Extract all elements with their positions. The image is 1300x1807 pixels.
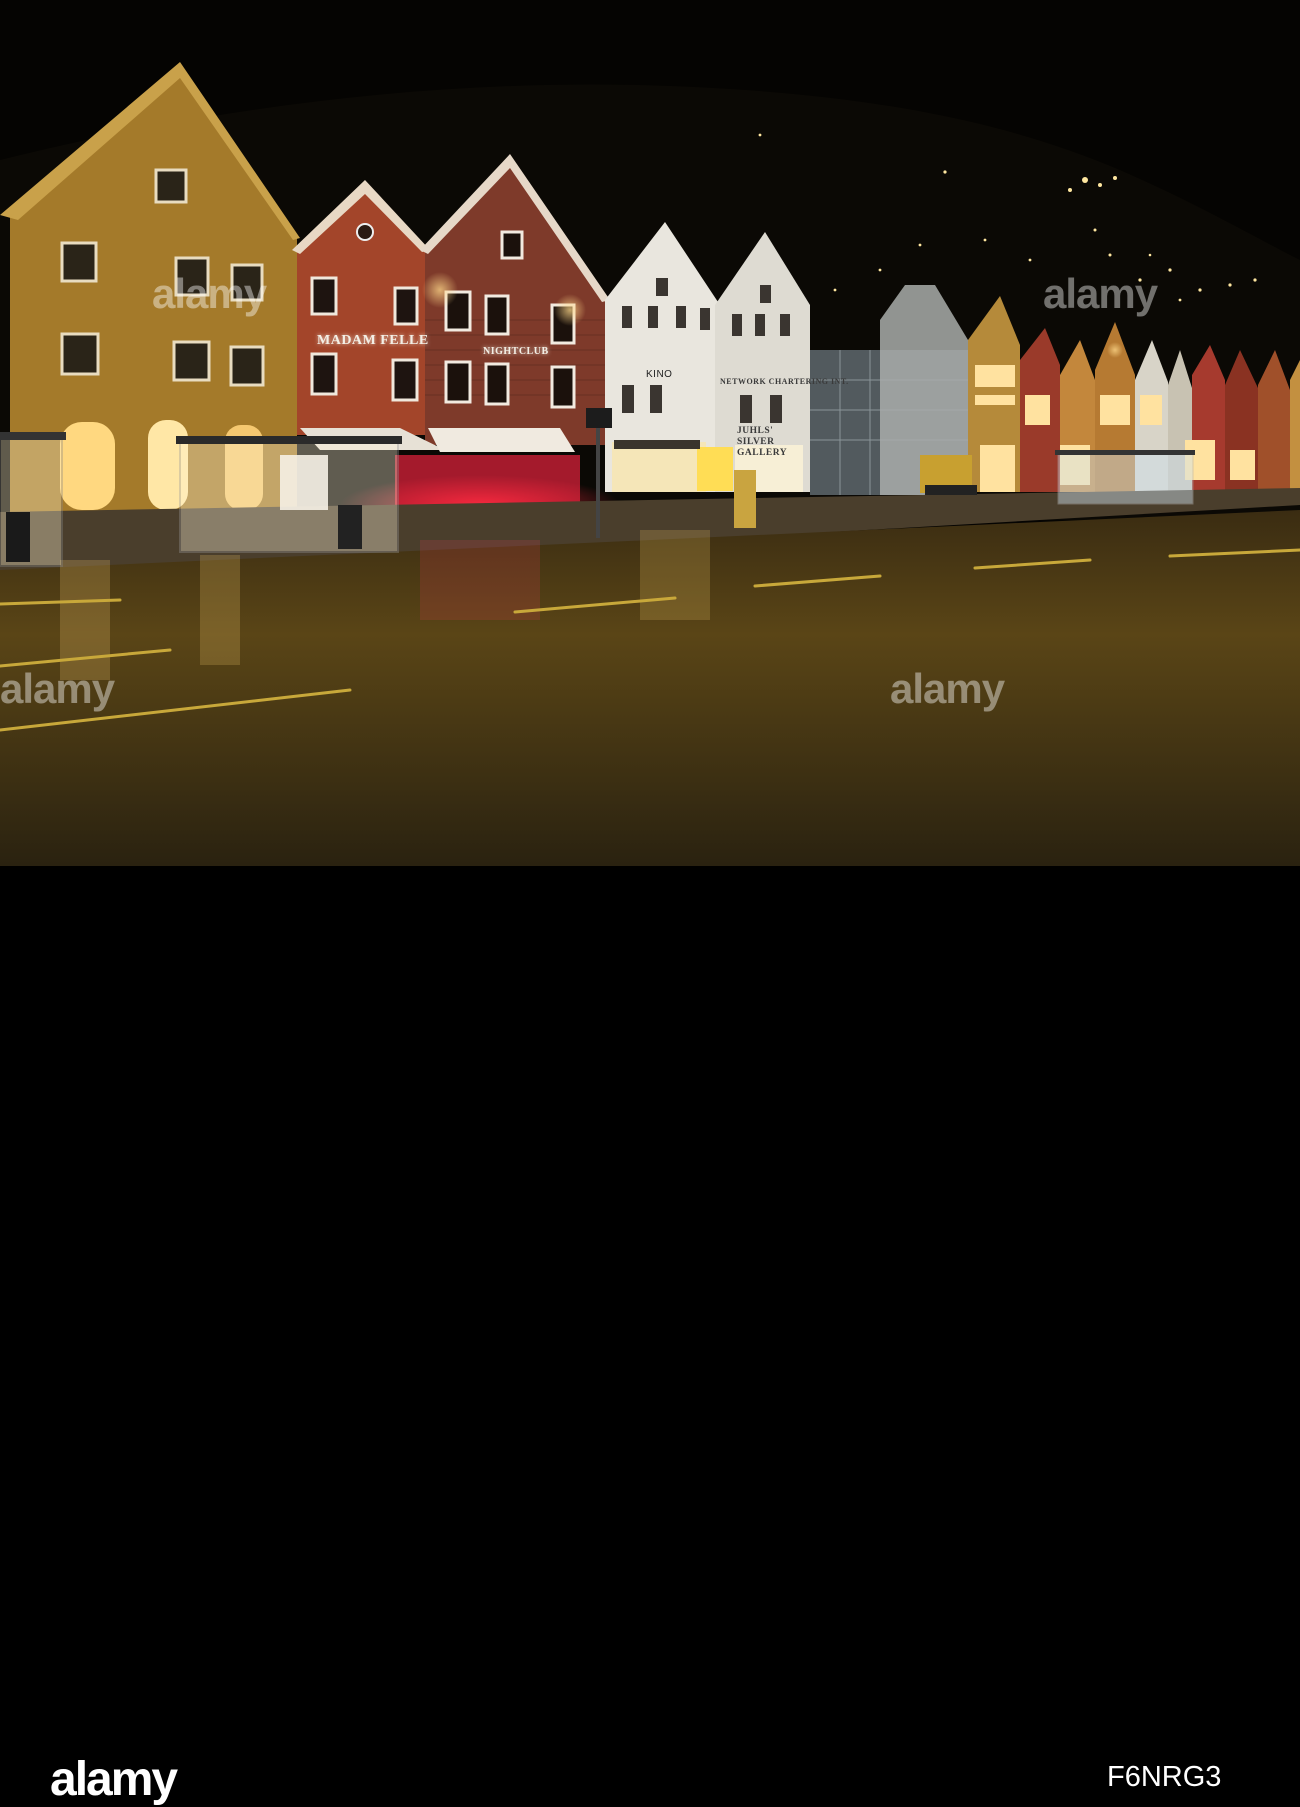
bus-stop-sign <box>586 408 612 428</box>
footer-bar: alamy F6NRG3 <box>0 866 1300 1806</box>
madam-felle-sign: MADAM FELLE <box>317 333 429 348</box>
watermark: alamy <box>1043 270 1158 317</box>
watermark: alamy <box>890 665 1005 712</box>
image-code: F6NRG3 <box>1107 1761 1222 1793</box>
ticket-kiosk <box>734 470 756 528</box>
watermark: alamy <box>152 270 267 317</box>
trash-bin-left <box>6 512 30 562</box>
juhls-silver-gallery-sign: JUHLS' SILVER GALLERY <box>737 426 788 458</box>
watermark: alamy <box>0 665 115 712</box>
scene-graphic <box>0 0 1300 866</box>
awning-right <box>428 428 575 452</box>
trash-bin <box>338 505 362 549</box>
excavator <box>920 455 977 495</box>
photo-scene: MADAM FELLE NIGHTCLUB KINO NETWORK CHART… <box>0 0 1300 866</box>
nightclub-sign: NIGHTCLUB <box>483 346 549 357</box>
kino-sign: KINO <box>646 369 673 380</box>
network-chartering-sign: NETWORK CHARTERING INT. <box>720 377 849 386</box>
alamy-logo: alamy <box>50 1753 178 1806</box>
